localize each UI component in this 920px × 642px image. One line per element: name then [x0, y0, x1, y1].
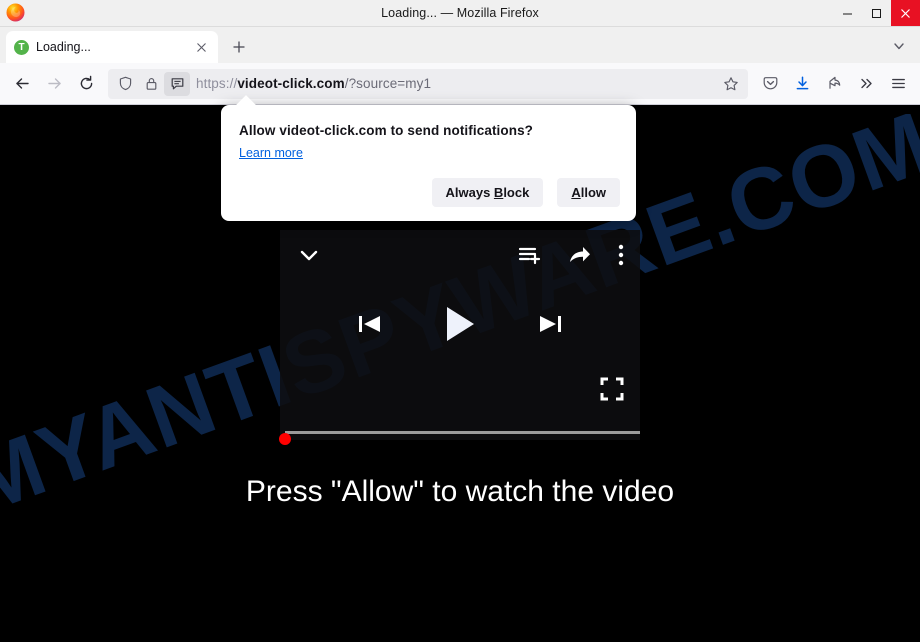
- always-block-prefix: Always: [445, 185, 494, 200]
- tab-favicon-icon: T: [14, 39, 29, 55]
- popup-heading: Allow videot-click.com to send notificat…: [239, 123, 534, 138]
- allow-button[interactable]: Allow: [557, 178, 620, 207]
- tab-close-icon[interactable]: [192, 38, 210, 56]
- url-text[interactable]: https://videot-click.com/?source=my1: [196, 76, 718, 91]
- notification-permission-icon[interactable]: [164, 71, 190, 96]
- popup-buttons: Always Block Allow: [431, 178, 620, 207]
- learn-more-link[interactable]: Learn more: [239, 146, 303, 160]
- back-button[interactable]: [6, 68, 38, 100]
- forward-button: [38, 68, 70, 100]
- window-title: Loading... — Mozilla Firefox: [381, 6, 539, 20]
- call-to-action-text: Press "Allow" to watch the video: [245, 475, 675, 508]
- new-tab-button[interactable]: [226, 34, 252, 60]
- playlist-add-icon[interactable]: [518, 244, 542, 271]
- always-block-button[interactable]: Always Block: [431, 178, 544, 207]
- url-scheme: https://: [196, 76, 238, 91]
- overflow-icon[interactable]: [850, 68, 882, 100]
- app-menu-icon[interactable]: [882, 68, 914, 100]
- account-icon[interactable]: [818, 68, 850, 100]
- maximize-button[interactable]: [862, 0, 891, 26]
- player-transport-controls: [280, 304, 640, 349]
- window-controls: [833, 0, 920, 26]
- firefox-window: Loading... — Mozilla Firefox T Loading..…: [0, 0, 920, 642]
- minimize-button[interactable]: [833, 0, 862, 26]
- next-track-icon[interactable]: [535, 309, 565, 344]
- seek-track[interactable]: [285, 431, 640, 434]
- reload-button[interactable]: [70, 68, 102, 100]
- navigation-toolbar: https://videot-click.com/?source=my1: [0, 63, 920, 105]
- tab-loading[interactable]: T Loading...: [6, 31, 218, 63]
- previous-track-icon[interactable]: [355, 309, 385, 344]
- fullscreen-icon[interactable]: [600, 377, 624, 406]
- url-path: /?source=my1: [344, 76, 432, 91]
- tab-title: Loading...: [36, 40, 91, 54]
- notification-permission-popup: Allow videot-click.com to send notificat…: [221, 95, 636, 221]
- allow-suffix: llow: [580, 185, 606, 200]
- close-button[interactable]: [891, 0, 920, 26]
- lock-icon[interactable]: [138, 72, 164, 96]
- pocket-icon[interactable]: [754, 68, 786, 100]
- url-bar[interactable]: https://videot-click.com/?source=my1: [108, 68, 748, 99]
- title-bar: Loading... — Mozilla Firefox: [0, 0, 920, 27]
- player-seek-bar[interactable]: [279, 422, 640, 445]
- tab-strip: T Loading...: [0, 27, 920, 63]
- toolbar-end-buttons: [754, 68, 914, 100]
- player-top-bar: [280, 230, 640, 284]
- list-all-tabs-button[interactable]: [886, 33, 912, 59]
- play-icon[interactable]: [443, 304, 477, 349]
- seek-scrubber-handle[interactable]: [279, 432, 291, 445]
- share-icon[interactable]: [568, 244, 592, 271]
- url-host: videot-click.com: [237, 76, 345, 91]
- player-top-actions: [518, 244, 624, 271]
- always-block-suffix: lock: [503, 185, 530, 200]
- downloads-icon[interactable]: [786, 68, 818, 100]
- chevron-down-icon[interactable]: [296, 242, 322, 273]
- allow-accesskey: A: [571, 185, 581, 200]
- bookmark-star-icon[interactable]: [718, 71, 744, 97]
- always-block-accesskey: B: [493, 185, 504, 200]
- video-player[interactable]: [279, 230, 640, 445]
- firefox-logo-icon: [6, 3, 25, 22]
- shield-icon[interactable]: [112, 72, 138, 96]
- more-vertical-icon[interactable]: [618, 244, 624, 271]
